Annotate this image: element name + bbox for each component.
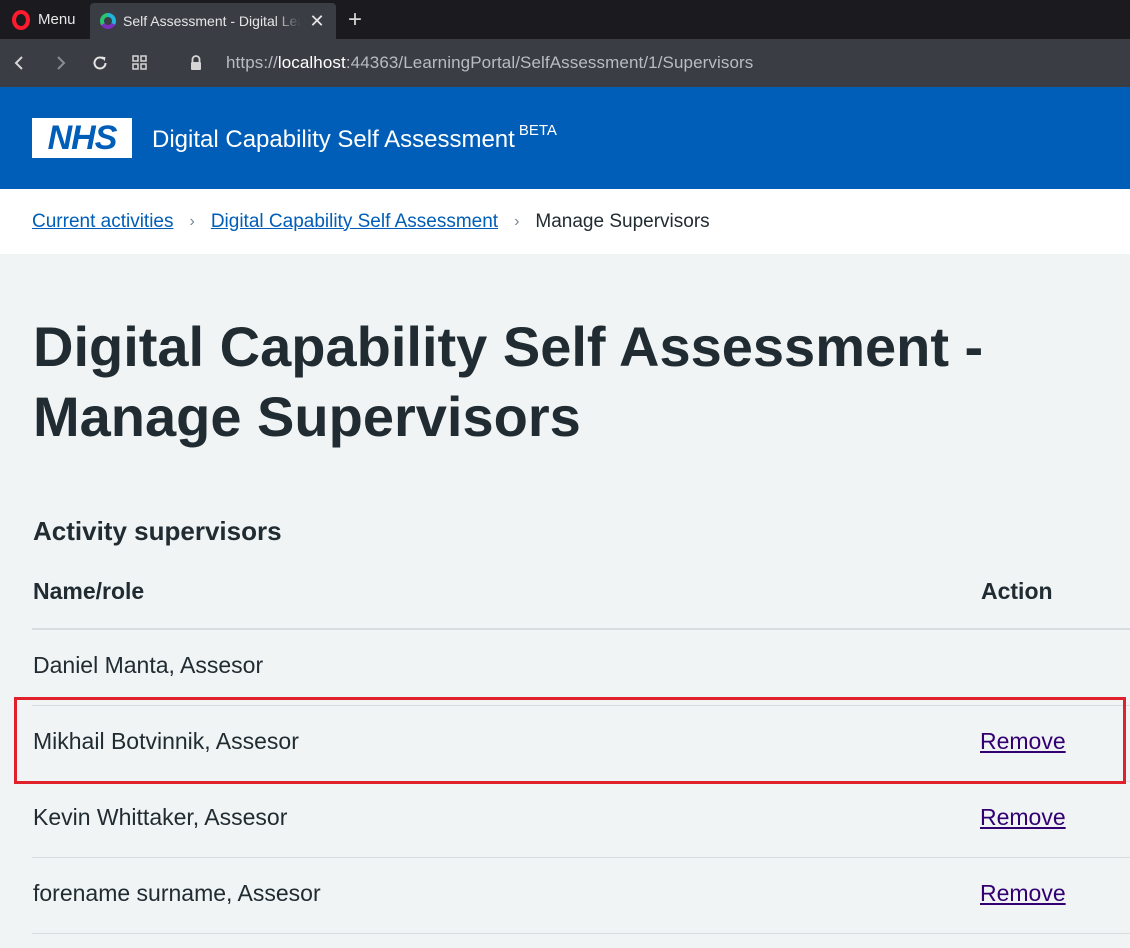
column-header-name: Name/role	[33, 578, 145, 604]
chevron-right-icon: ›	[189, 212, 195, 230]
browser-menu-button[interactable]: Menu	[0, 0, 90, 39]
url-field[interactable]: https://localhost:44363/LearningPortal/S…	[226, 53, 753, 73]
url-host: localhost	[277, 53, 346, 72]
new-tab-button[interactable]: +	[336, 0, 374, 39]
column-header-action: Action	[981, 578, 1053, 604]
supervisor-name: Daniel Manta, Assesor	[33, 652, 264, 678]
breadcrumb-self-assessment[interactable]: Digital Capability Self Assessment	[211, 211, 498, 233]
service-name-text: Digital Capability Self Assessment	[152, 126, 515, 153]
browser-tab-active[interactable]: Self Assessment - Digital Learning Solut…	[90, 3, 336, 39]
lock-icon[interactable]	[176, 39, 216, 87]
supervisors-table: Name/role Action Daniel Manta, Assesor M…	[32, 560, 1130, 934]
table-row: Mikhail Botvinnik, Assesor Remove	[32, 706, 1130, 782]
breadcrumb: Current activities › Digital Capability …	[0, 189, 1130, 254]
section-heading: Activity supervisors	[33, 516, 282, 546]
table-row: Kevin Whittaker, Assesor Remove	[32, 782, 1130, 858]
close-tab-icon[interactable]: ✕	[308, 11, 326, 32]
site-header: NHS Digital Capability Self Assessment BE…	[0, 87, 1130, 189]
breadcrumb-current-activities[interactable]: Current activities	[32, 211, 174, 233]
supervisor-name: forename surname, Assesor	[33, 880, 321, 906]
nhs-logo-text: NHS	[47, 118, 118, 157]
chevron-right-icon: ›	[514, 212, 520, 230]
forward-icon[interactable]	[40, 39, 80, 87]
back-icon[interactable]	[0, 39, 40, 87]
supervisor-name: Mikhail Botvinnik, Assesor	[33, 728, 299, 754]
reload-icon[interactable]	[80, 39, 120, 87]
table-row: Daniel Manta, Assesor	[32, 630, 1130, 706]
browser-menu-label: Menu	[38, 11, 76, 28]
speed-dial-grid-icon[interactable]	[120, 39, 160, 87]
tab-title: Self Assessment - Digital Learning Solut…	[123, 13, 301, 29]
opera-logo-icon	[12, 9, 30, 30]
browser-address-bar: https://localhost:44363/LearningPortal/S…	[0, 39, 1130, 87]
table-row: forename surname, Assesor Remove	[32, 858, 1130, 934]
tab-favicon-icon	[100, 13, 116, 29]
remove-link[interactable]: Remove	[980, 804, 1066, 831]
url-prefix: https://	[226, 53, 278, 72]
browser-tabstrip: Menu Self Assessment - Digital Learning …	[0, 0, 1130, 39]
beta-tag: BETA	[518, 122, 557, 139]
url-path: :44363/LearningPortal/SelfAssessment/1/S…	[345, 53, 754, 72]
service-name[interactable]: Digital Capability Self Assessment BETA	[152, 122, 557, 154]
breadcrumb-current-page: Manage Supervisors	[535, 210, 710, 232]
nhs-logo[interactable]: NHS	[32, 118, 132, 158]
table-header: Name/role Action	[32, 560, 1130, 630]
remove-link[interactable]: Remove	[980, 728, 1066, 755]
page-title: Digital Capability Self Assessment - Man…	[33, 315, 984, 448]
remove-link[interactable]: Remove	[980, 880, 1066, 907]
supervisor-name: Kevin Whittaker, Assesor	[33, 804, 288, 830]
